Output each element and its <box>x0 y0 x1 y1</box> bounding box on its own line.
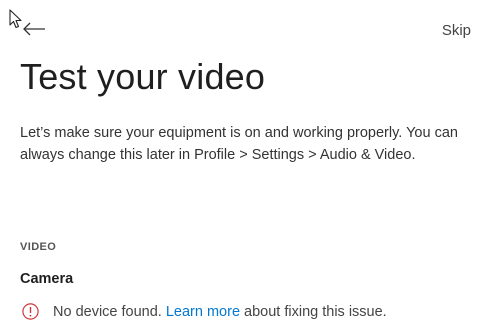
section-label-video: VIDEO <box>20 241 57 253</box>
test-video-page: Skip Test your video Let’s make sure you… <box>0 0 489 322</box>
arrow-left-icon <box>23 22 45 36</box>
camera-error-message: No device found. Learn more about fixing… <box>22 303 387 320</box>
learn-more-link[interactable]: Learn more <box>166 304 240 320</box>
skip-link[interactable]: Skip <box>442 22 471 39</box>
mouse-pointer-icon <box>9 9 22 29</box>
error-text-prefix: No device found. <box>53 303 162 320</box>
page-title: Test your video <box>20 56 266 97</box>
camera-field-title: Camera <box>20 271 74 287</box>
alert-circle-icon <box>22 303 39 320</box>
back-button[interactable] <box>22 14 52 44</box>
page-description: Let’s make sure your equipment is on and… <box>20 125 458 163</box>
error-text-suffix: about fixing this issue. <box>244 303 387 320</box>
